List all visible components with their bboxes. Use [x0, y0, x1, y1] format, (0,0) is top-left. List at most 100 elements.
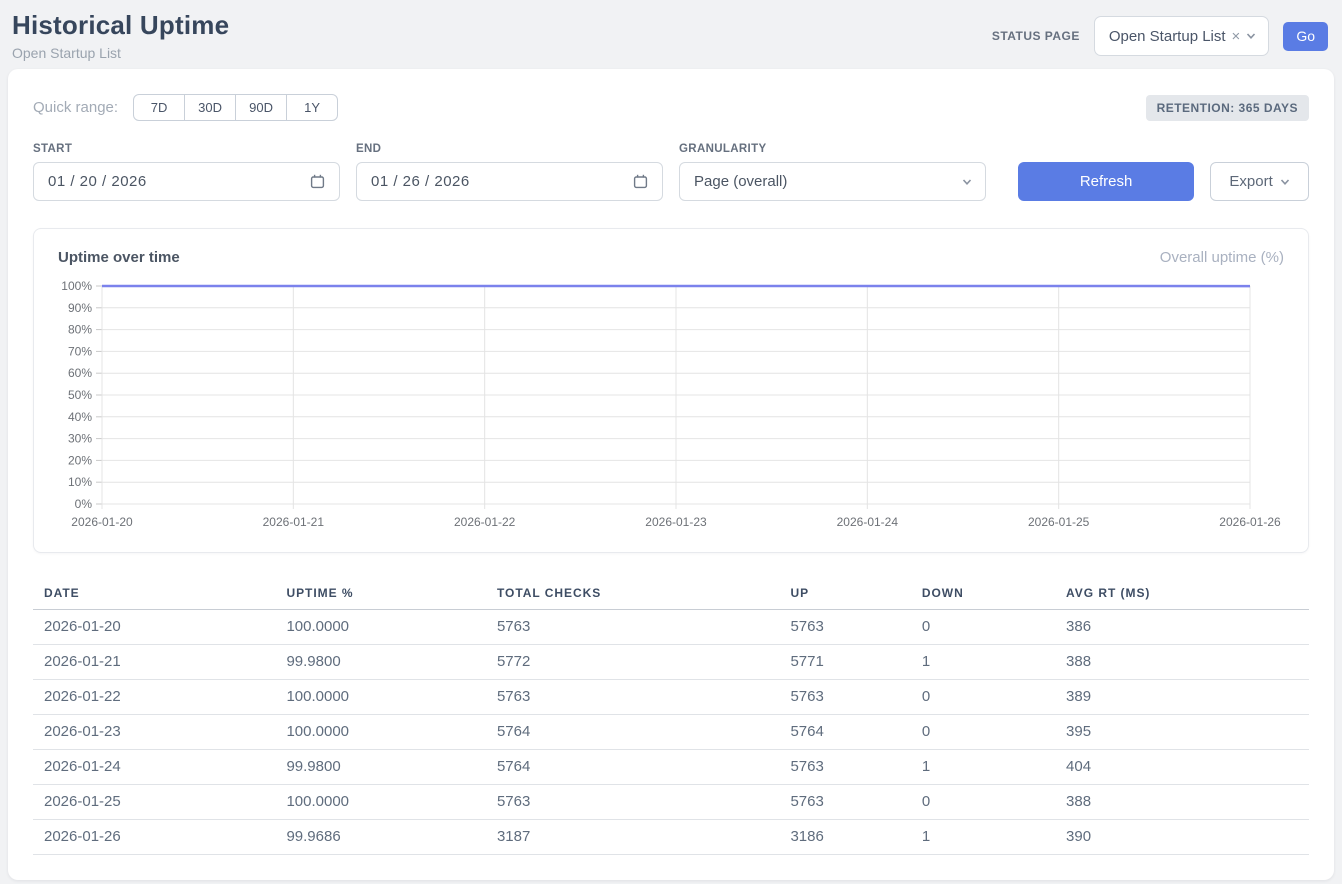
table-cell: 2026-01-26 [33, 820, 275, 855]
end-date-value: 01 / 26 / 2026 [371, 173, 470, 190]
table-row: 2026-01-2499.9800576457631404 [33, 750, 1309, 785]
quick-range-row: Quick range: 7D30D90D1Y RETENTION: 365 D… [33, 94, 1309, 121]
chevron-down-icon [962, 177, 972, 187]
table-cell: 99.9800 [275, 645, 486, 680]
table-cell: 5763 [779, 750, 910, 785]
quick-range-1y[interactable]: 1Y [286, 94, 338, 121]
table-cell: 99.9800 [275, 750, 486, 785]
table-cell: 2026-01-22 [33, 680, 275, 715]
table-cell: 1 [911, 645, 1055, 680]
table-row: 2026-01-22100.0000576357630389 [33, 680, 1309, 715]
granularity-label: GRANULARITY [679, 143, 986, 155]
svg-text:2026-01-25: 2026-01-25 [1028, 515, 1090, 529]
table-cell: 388 [1055, 645, 1309, 680]
column-header: AVG RT (MS) [1055, 579, 1309, 610]
end-date-input[interactable]: 01 / 26 / 2026 [356, 162, 663, 201]
table-cell: 5764 [486, 715, 779, 750]
status-page-label: STATUS PAGE [992, 29, 1080, 43]
calendar-icon[interactable] [309, 173, 326, 190]
table-cell: 1 [911, 820, 1055, 855]
table-cell: 0 [911, 610, 1055, 645]
table-cell: 2026-01-21 [33, 645, 275, 680]
table-cell: 0 [911, 680, 1055, 715]
main-panel: Quick range: 7D30D90D1Y RETENTION: 365 D… [8, 69, 1334, 880]
chart-legend: Overall uptime (%) [1160, 249, 1284, 266]
export-button-label: Export [1229, 173, 1272, 190]
calendar-icon[interactable] [632, 173, 649, 190]
table-cell: 2026-01-25 [33, 785, 275, 820]
chart-title: Uptime over time [58, 249, 180, 266]
table-cell: 5764 [779, 715, 910, 750]
column-header: DATE [33, 579, 275, 610]
table-cell: 5763 [486, 610, 779, 645]
retention-badge: RETENTION: 365 DAYS [1146, 95, 1309, 121]
column-header: UPTIME % [275, 579, 486, 610]
table-cell: 5763 [779, 610, 910, 645]
svg-text:50%: 50% [68, 388, 92, 402]
uptime-chart: 0%10%20%30%40%50%60%70%80%90%100%2026-01… [58, 276, 1284, 538]
table-row: 2026-01-23100.0000576457640395 [33, 715, 1309, 750]
column-header: DOWN [911, 579, 1055, 610]
quick-range-30d[interactable]: 30D [184, 94, 236, 121]
column-header: TOTAL CHECKS [486, 579, 779, 610]
start-date-label: START [33, 143, 340, 155]
svg-text:80%: 80% [68, 323, 92, 337]
svg-text:2026-01-24: 2026-01-24 [837, 515, 899, 529]
svg-text:60%: 60% [68, 366, 92, 380]
table-row: 2026-01-2199.9800577257711388 [33, 645, 1309, 680]
table-cell: 0 [911, 785, 1055, 820]
table-cell: 5763 [486, 785, 779, 820]
table-cell: 388 [1055, 785, 1309, 820]
svg-text:2026-01-26: 2026-01-26 [1219, 515, 1281, 529]
go-button[interactable]: Go [1283, 22, 1328, 51]
table-cell: 5763 [779, 680, 910, 715]
svg-text:30%: 30% [68, 432, 92, 446]
page-title: Historical Uptime [12, 10, 229, 41]
svg-text:40%: 40% [68, 410, 92, 424]
granularity-value: Page (overall) [694, 173, 787, 190]
start-date-field: START 01 / 20 / 2026 [33, 143, 340, 201]
end-date-label: END [356, 143, 663, 155]
status-page-selected-value: Open Startup List [1109, 28, 1226, 45]
header-controls: STATUS PAGE Open Startup List × Go [992, 16, 1328, 56]
table-cell: 3187 [486, 820, 779, 855]
table-cell: 5763 [486, 680, 779, 715]
table-cell: 100.0000 [275, 610, 486, 645]
uptime-table: DATEUPTIME %TOTAL CHECKSUPDOWNAVG RT (MS… [33, 579, 1309, 855]
table-cell: 99.9686 [275, 820, 486, 855]
clear-selection-icon[interactable]: × [1232, 29, 1241, 44]
quick-range-90d[interactable]: 90D [235, 94, 287, 121]
svg-text:2026-01-20: 2026-01-20 [71, 515, 133, 529]
table-cell: 404 [1055, 750, 1309, 785]
svg-text:20%: 20% [68, 453, 92, 467]
table-cell: 5764 [486, 750, 779, 785]
end-date-field: END 01 / 26 / 2026 [356, 143, 663, 201]
start-date-value: 01 / 20 / 2026 [48, 173, 147, 190]
table-header-row: DATEUPTIME %TOTAL CHECKSUPDOWNAVG RT (MS… [33, 579, 1309, 610]
status-page-select[interactable]: Open Startup List × [1094, 16, 1270, 56]
svg-text:2026-01-22: 2026-01-22 [454, 515, 516, 529]
export-button[interactable]: Export [1210, 162, 1309, 201]
quick-range-7d[interactable]: 7D [133, 94, 185, 121]
table-row: 2026-01-25100.0000576357630388 [33, 785, 1309, 820]
table-cell: 100.0000 [275, 680, 486, 715]
table-row: 2026-01-2699.9686318731861390 [33, 820, 1309, 855]
chevron-down-icon [1280, 177, 1290, 187]
table-body: 2026-01-20100.00005763576303862026-01-21… [33, 610, 1309, 855]
table-cell: 100.0000 [275, 715, 486, 750]
page-subtitle: Open Startup List [12, 45, 229, 61]
table-cell: 2026-01-24 [33, 750, 275, 785]
table-cell: 5771 [779, 645, 910, 680]
chevron-down-icon [1246, 31, 1256, 41]
table-cell: 2026-01-23 [33, 715, 275, 750]
granularity-select[interactable]: Page (overall) [679, 162, 986, 201]
svg-text:100%: 100% [61, 279, 92, 293]
refresh-button[interactable]: Refresh [1018, 162, 1194, 201]
granularity-field: GRANULARITY Page (overall) [679, 143, 986, 201]
page-header: Historical Uptime Open Startup List STAT… [0, 0, 1342, 69]
table-cell: 386 [1055, 610, 1309, 645]
uptime-chart-card: Uptime over time Overall uptime (%) 0% 10… [33, 228, 1309, 553]
svg-text:0%: 0% [75, 497, 93, 511]
start-date-input[interactable]: 01 / 20 / 2026 [33, 162, 340, 201]
column-header: UP [779, 579, 910, 610]
